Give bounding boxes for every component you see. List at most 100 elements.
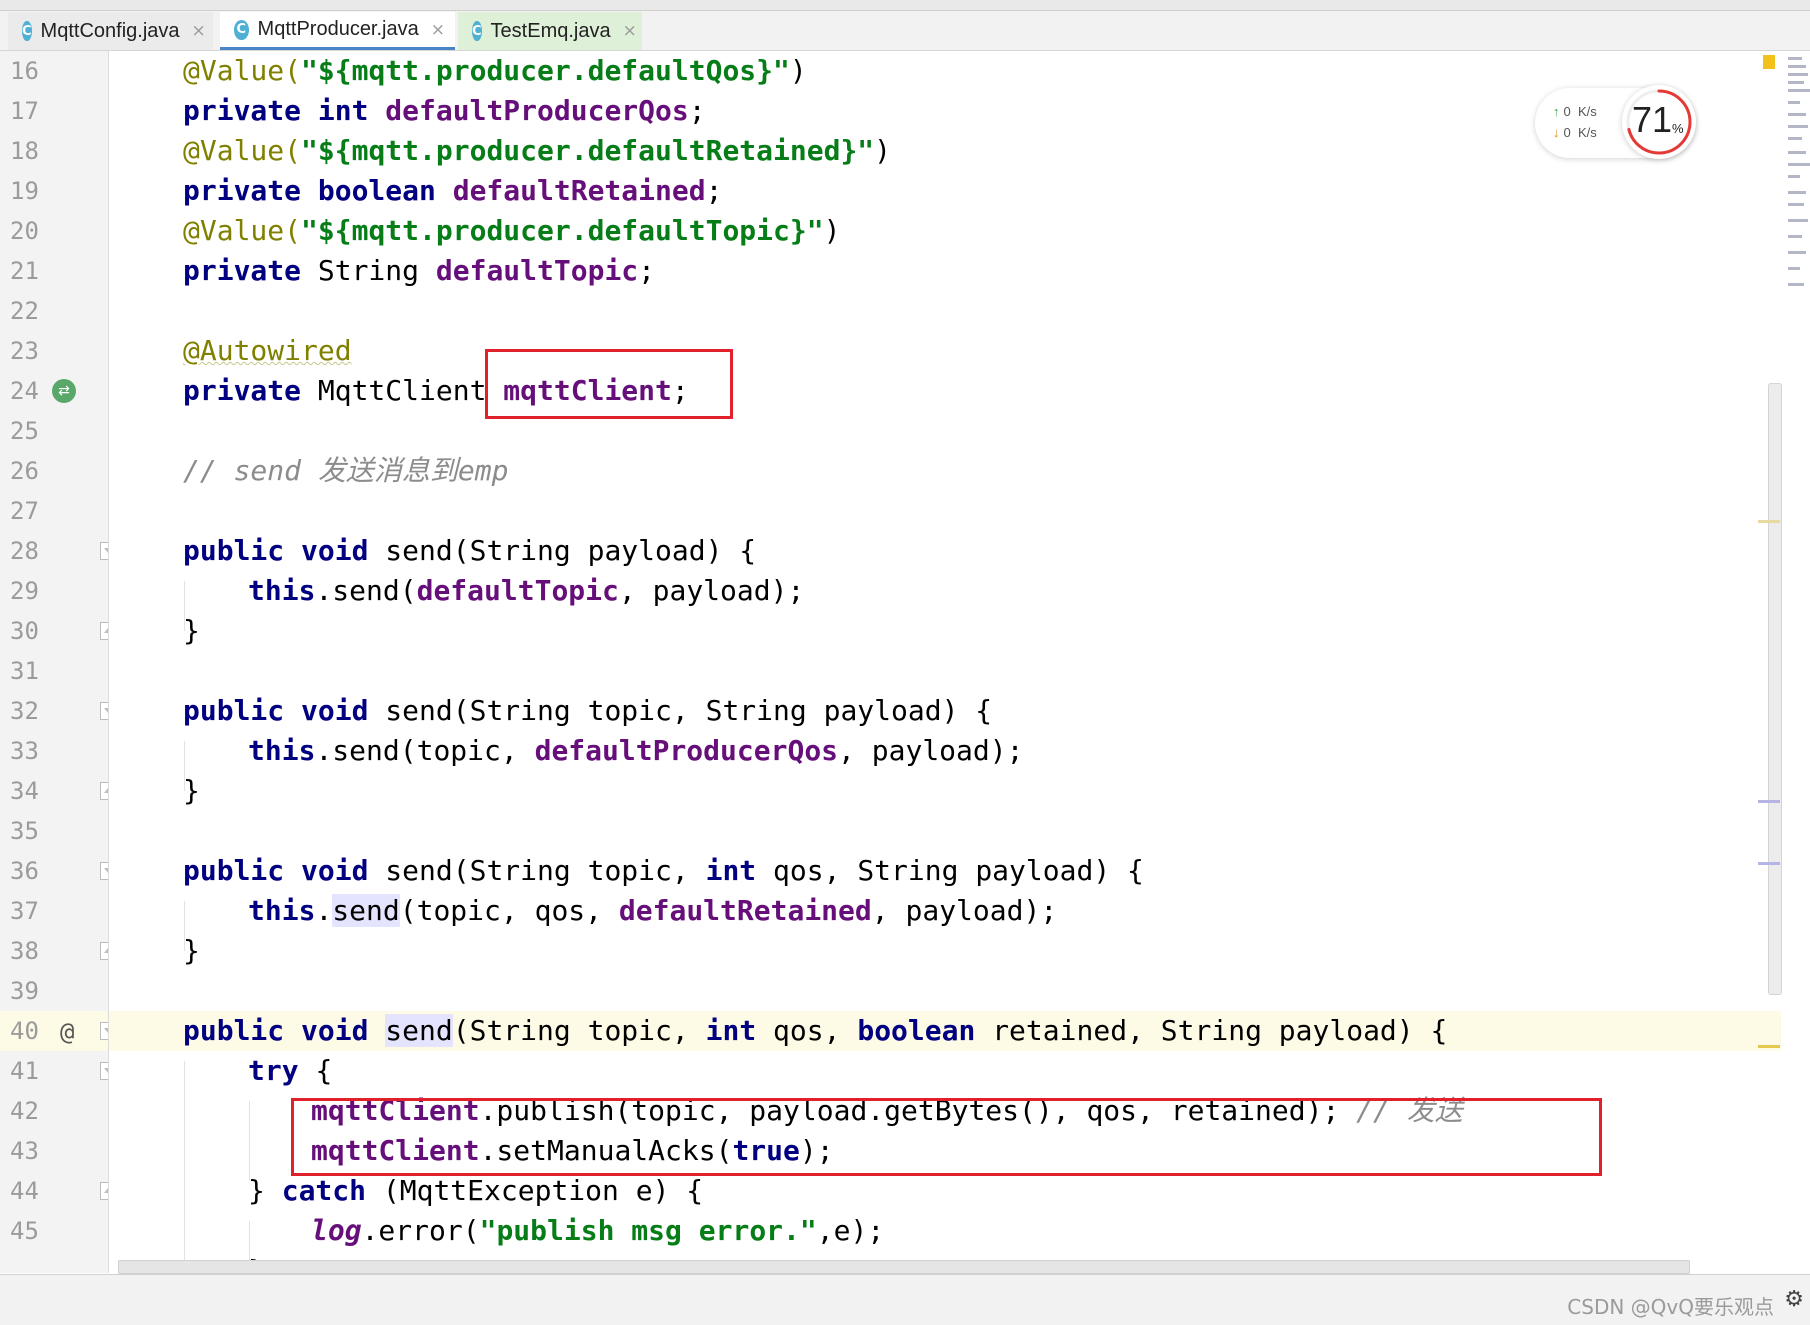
code-line-37[interactable]: this.send(topic, qos, defaultRetained, p… [109, 891, 1781, 931]
tab-mqtt-producer[interactable]: C MqttProducer.java × [220, 12, 455, 50]
tab-label: MqttProducer.java [257, 18, 419, 40]
code-minimap[interactable] [1784, 51, 1810, 301]
code-line-28[interactable]: public void send(String payload) { [109, 531, 1781, 571]
line-number: 45 [10, 1217, 39, 1245]
line-number: 30 [10, 617, 39, 645]
fold-end-icon[interactable] [100, 942, 108, 960]
fold-icon[interactable] [100, 862, 108, 880]
override-icon[interactable]: @ [60, 1014, 74, 1050]
status-bar: CSDN @QvQ要乐观点 ⚙ [0, 1274, 1810, 1325]
code-line-32[interactable]: public void send(String topic, String pa… [109, 691, 1781, 731]
memory-usage-gauge[interactable]: 71 % [1622, 85, 1696, 159]
code-line-41[interactable]: try { [109, 1051, 1781, 1091]
line-number: 24 [10, 377, 39, 405]
toolbar-strip [0, 0, 1810, 11]
line-number: 17 [10, 97, 39, 125]
download-rate: ↓ 0 K/s [1553, 125, 1597, 140]
fold-end-icon[interactable] [100, 622, 108, 640]
code-line-25[interactable] [109, 411, 1781, 451]
stripe-marker[interactable] [1758, 520, 1780, 523]
code-line-39[interactable] [109, 971, 1781, 1011]
editor-tab-bar: C MqttConfig.java × C MqttProducer.java … [0, 0, 1810, 51]
line-number: 41 [10, 1057, 39, 1085]
arrow-up-icon: ↑ [1553, 104, 1560, 119]
tab-mqtt-config[interactable]: C MqttConfig.java × [8, 12, 213, 50]
line-number: 33 [10, 737, 39, 765]
code-line-31[interactable] [109, 651, 1781, 691]
code-line-33[interactable]: this.send(topic, defaultProducerQos, pay… [109, 731, 1781, 771]
line-number: 31 [10, 657, 39, 685]
line-number: 37 [10, 897, 39, 925]
line-number: 35 [10, 817, 39, 845]
fold-icon[interactable] [100, 1022, 108, 1040]
code-line-40[interactable]: public void send(String topic, int qos, … [109, 1011, 1781, 1051]
code-line-19[interactable]: private boolean defaultRetained; [109, 171, 1781, 211]
tab-label: MqttConfig.java [40, 19, 180, 42]
line-number: 18 [10, 137, 39, 165]
tab-label: TestEmq.java [490, 19, 611, 42]
close-icon[interactable]: × [623, 21, 637, 41]
line-number: 20 [10, 217, 39, 245]
code-line-18[interactable]: @Value("${mqtt.producer.defaultRetained}… [109, 131, 1781, 171]
highlight-box-publish [291, 1098, 1602, 1176]
gauge-value: 71 [1632, 99, 1673, 140]
code-line-17[interactable]: private int defaultProducerQos; [109, 91, 1781, 131]
stripe-marker[interactable] [1758, 1045, 1780, 1048]
line-number: 39 [10, 977, 39, 1005]
line-number: 22 [10, 297, 39, 325]
spring-bean-navigate-icon[interactable]: ⇄ [52, 379, 76, 403]
fold-icon[interactable] [100, 542, 108, 560]
code-line-44[interactable]: } catch (MqttException e) { [109, 1171, 1781, 1211]
gear-icon[interactable]: ⚙ [1784, 1287, 1804, 1312]
upload-rate: ↑ 0 K/s [1553, 104, 1597, 119]
line-number: 27 [10, 497, 39, 525]
code-line-21[interactable]: private String defaultTopic; [109, 251, 1781, 291]
watermark-text: CSDN @QvQ要乐观点 [1567, 1295, 1774, 1319]
line-number: 40 [10, 1017, 39, 1045]
horizontal-scrollbar[interactable] [118, 1260, 1690, 1274]
line-number: 28 [10, 537, 39, 565]
vertical-scrollbar-thumb[interactable] [1768, 383, 1782, 995]
fold-end-icon[interactable] [100, 1182, 108, 1200]
fold-icon[interactable] [100, 1062, 108, 1080]
code-line-34[interactable]: } [109, 771, 1781, 811]
line-number: 34 [10, 777, 39, 805]
line-number: 44 [10, 1177, 39, 1205]
code-editor[interactable]: @Value("${mqtt.producer.defaultQos}") pr… [109, 51, 1781, 1273]
line-number: 36 [10, 857, 39, 885]
code-line-23[interactable]: @Autowired [109, 331, 1781, 371]
code-line-16[interactable]: @Value("${mqtt.producer.defaultQos}") [109, 51, 1781, 91]
code-line-36[interactable]: public void send(String topic, int qos, … [109, 851, 1781, 891]
code-line-26[interactable]: // send 发送消息到emp [109, 451, 1781, 491]
java-class-icon: C [234, 19, 249, 40]
line-number: 38 [10, 937, 39, 965]
code-line-20[interactable]: @Value("${mqtt.producer.defaultTopic}") [109, 211, 1781, 251]
gauge-unit: % [1672, 121, 1684, 136]
line-number: 23 [10, 337, 39, 365]
code-line-38[interactable]: } [109, 931, 1781, 971]
line-number: 21 [10, 257, 39, 285]
stripe-marker[interactable] [1758, 800, 1780, 803]
code-line-35[interactable] [109, 811, 1781, 851]
stripe-marker[interactable] [1758, 862, 1780, 865]
code-line-45[interactable]: log.error("publish msg error.",e); [109, 1211, 1781, 1251]
code-line-22[interactable] [109, 291, 1781, 331]
line-number: 29 [10, 577, 39, 605]
java-class-icon: C [472, 21, 482, 41]
arrow-down-icon: ↓ [1553, 125, 1560, 140]
line-number-gutter[interactable]: 16 17 18 19 20 21 22 23 24 ⇄ 25 26 27 28… [0, 51, 109, 1273]
close-icon[interactable]: × [192, 21, 206, 41]
highlight-box-field [485, 349, 733, 419]
line-number: 26 [10, 457, 39, 485]
tab-test-emq[interactable]: C TestEmq.java × [458, 12, 642, 50]
error-stripe[interactable] [1762, 51, 1784, 1273]
fold-icon[interactable] [100, 702, 108, 720]
line-number: 25 [10, 417, 39, 445]
fold-end-icon[interactable] [100, 782, 108, 800]
close-icon[interactable]: × [431, 20, 445, 40]
code-line-30[interactable]: } [109, 611, 1781, 651]
code-line-27[interactable] [109, 491, 1781, 531]
line-number: 43 [10, 1137, 39, 1165]
code-line-29[interactable]: this.send(defaultTopic, payload); [109, 571, 1781, 611]
code-line-24[interactable]: private MqttClient mqttClient; [109, 371, 1781, 411]
